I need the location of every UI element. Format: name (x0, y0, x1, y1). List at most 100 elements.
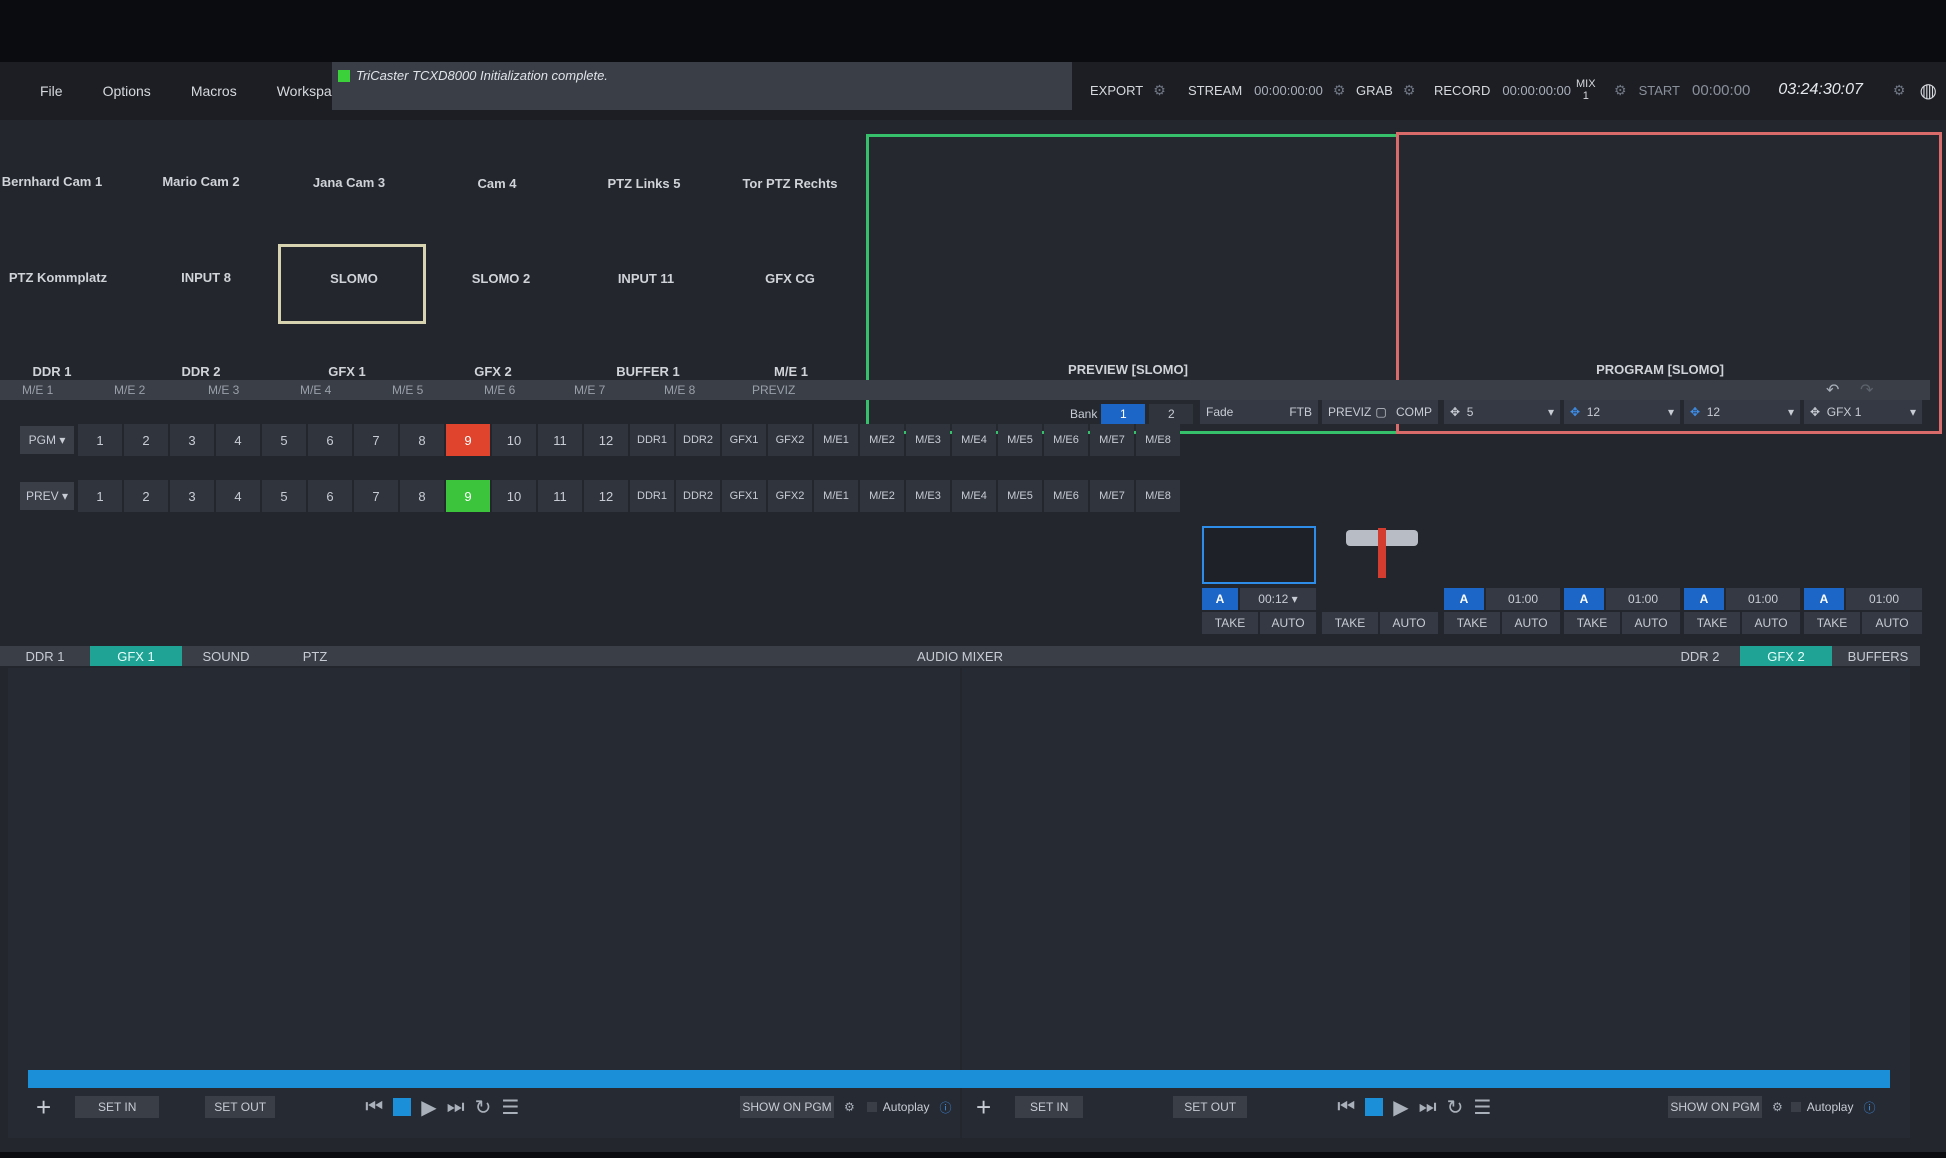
tbar-slider[interactable] (1378, 528, 1386, 578)
transition-duration[interactable]: 00:12 ▾ (1240, 588, 1316, 610)
ftb-button[interactable]: FTB (1289, 405, 1312, 419)
dsk-3-header[interactable]: ✥ 12 ▾ (1684, 400, 1800, 424)
take-button-previz[interactable]: TAKE (1322, 612, 1378, 634)
pgm-button-10[interactable]: 10 (492, 424, 536, 456)
playlist-icon[interactable]: ☰ (501, 1095, 519, 1120)
prev-button-1[interactable]: 1 (78, 480, 122, 512)
pgm-button-me-8[interactable]: M/E 8 (1136, 424, 1180, 456)
dsk-3-auto[interactable]: AUTO (1742, 612, 1800, 634)
add-icon[interactable]: + (36, 1092, 51, 1123)
mix-output[interactable]: MIX 1 (1576, 70, 1596, 110)
mix-gear-icon[interactable]: ⚙ (1614, 82, 1627, 99)
prev-button-ddr-1[interactable]: DDR 1 (630, 480, 674, 512)
prev-button-ddr-2[interactable]: DDR 2 (676, 480, 720, 512)
tab-gfx-2[interactable]: GFX 2 (1740, 646, 1832, 666)
loop-icon-right[interactable]: ↻ (1447, 1095, 1464, 1120)
dsk-3-take[interactable]: TAKE (1684, 612, 1740, 634)
stream-button[interactable]: STREAM (1188, 83, 1242, 98)
dsk-2-a-icon[interactable]: A (1564, 588, 1604, 610)
dsk-4-take[interactable]: TAKE (1804, 612, 1860, 634)
prev-button-11[interactable]: 11 (538, 480, 582, 512)
dsk-1-header[interactable]: ✥ 5 ▾ (1444, 400, 1560, 424)
pgm-button-1[interactable]: 1 (78, 424, 122, 456)
show-on-pgm-gear-icon-right[interactable]: ⚙ (1772, 1100, 1783, 1114)
prev-button-me-8[interactable]: M/E 8 (1136, 480, 1180, 512)
me-tab-4[interactable]: M/E 4 (300, 383, 331, 397)
dsk-2-header[interactable]: ✥ 12 ▾ (1564, 400, 1680, 424)
prev-button-me-3[interactable]: M/E 3 (906, 480, 950, 512)
prev-button-me-7[interactable]: M/E 7 (1090, 480, 1134, 512)
prev-button-me-2[interactable]: M/E 2 (860, 480, 904, 512)
pgm-button-me-1[interactable]: M/E 1 (814, 424, 858, 456)
auto-button-main[interactable]: AUTO (1260, 612, 1316, 634)
menu-file[interactable]: File (20, 83, 83, 99)
set-out-button-left[interactable]: SET OUT (205, 1096, 276, 1118)
pgm-button-me-4[interactable]: M/E 4 (952, 424, 996, 456)
dsk-2-take[interactable]: TAKE (1564, 612, 1620, 634)
tab-gfx-1[interactable]: GFX 1 (90, 646, 182, 666)
show-on-pgm-button-left[interactable]: SHOW ON PGM (740, 1096, 834, 1118)
dsk-3-duration[interactable]: 01:00 (1726, 588, 1800, 610)
pgm-button-gfx-1[interactable]: GFX 1 (722, 424, 766, 456)
clock-gear-icon[interactable]: ⚙ (1893, 82, 1906, 99)
globe-icon[interactable]: ◍ (1919, 78, 1936, 103)
dsk-1-a-icon[interactable]: A (1444, 588, 1484, 610)
comp-button[interactable]: COMP (1396, 405, 1432, 419)
add-icon-right[interactable]: + (976, 1092, 991, 1123)
skip-forward-icon[interactable]: ⏭ (447, 1096, 465, 1119)
prev-button-9-active[interactable]: 9 (446, 480, 490, 512)
pgm-button-6[interactable]: 6 (308, 424, 352, 456)
tab-ddr-1[interactable]: DDR 1 (10, 646, 80, 666)
prev-button-12[interactable]: 12 (584, 480, 628, 512)
pgm-button-8[interactable]: 8 (400, 424, 444, 456)
pgm-button-7[interactable]: 7 (354, 424, 398, 456)
start-button[interactable]: START (1639, 83, 1680, 98)
pgm-button-me-6[interactable]: M/E 6 (1044, 424, 1088, 456)
dsk-4-duration[interactable]: 01:00 (1846, 588, 1922, 610)
set-out-button-right[interactable]: SET OUT (1173, 1096, 1248, 1118)
skip-forward-icon-right[interactable]: ⏭ (1419, 1096, 1437, 1119)
pgm-button-me-7[interactable]: M/E 7 (1090, 424, 1134, 456)
pgm-button-4[interactable]: 4 (216, 424, 260, 456)
pgm-button-ddr-1[interactable]: DDR 1 (630, 424, 674, 456)
grab-button[interactable]: GRAB (1356, 83, 1393, 98)
play-icon-right[interactable]: ▶ (1393, 1095, 1408, 1120)
prev-button-me-1[interactable]: M/E 1 (814, 480, 858, 512)
dsk-2-duration[interactable]: 01:00 (1606, 588, 1680, 610)
prev-button-me-6[interactable]: M/E 6 (1044, 480, 1088, 512)
playlist-icon-right[interactable]: ☰ (1473, 1095, 1491, 1120)
prev-button-10[interactable]: 10 (492, 480, 536, 512)
dsk-3-a-icon[interactable]: A (1684, 588, 1724, 610)
tab-sound[interactable]: SOUND (186, 646, 266, 666)
dsk-1-take[interactable]: TAKE (1444, 612, 1500, 634)
pgm-button-gfx-2[interactable]: GFX 2 (768, 424, 812, 456)
auto-button-previz[interactable]: AUTO (1380, 612, 1438, 634)
prev-button-4[interactable]: 4 (216, 480, 260, 512)
tab-audio-mixer[interactable]: AUDIO MIXER (900, 646, 1020, 666)
prev-button-5[interactable]: 5 (262, 480, 306, 512)
autoplay-checkbox-left[interactable] (866, 1102, 877, 1112)
redo-icon[interactable]: ↷ (1860, 380, 1873, 400)
tab-ddr-2[interactable]: DDR 2 (1664, 646, 1736, 666)
menu-macros[interactable]: Macros (171, 83, 257, 99)
stream-gear-icon[interactable]: ⚙ (1333, 82, 1346, 99)
bank-1-button[interactable]: 1 (1101, 404, 1146, 424)
pgm-row-label[interactable]: PGM ▾ (20, 426, 74, 454)
pgm-button-2[interactable]: 2 (124, 424, 168, 456)
dsk-1-duration[interactable]: 01:00 (1486, 588, 1560, 610)
pgm-button-3[interactable]: 3 (170, 424, 214, 456)
me-tab-2[interactable]: M/E 2 (114, 383, 145, 397)
previz-button[interactable]: PREVIZ (1328, 405, 1371, 419)
prev-button-6[interactable]: 6 (308, 480, 352, 512)
tab-ptz[interactable]: PTZ (280, 646, 350, 666)
set-in-button-right[interactable]: SET IN (1015, 1096, 1084, 1118)
dsk-4-a-icon[interactable]: A (1804, 588, 1844, 610)
prev-button-3[interactable]: 3 (170, 480, 214, 512)
pgm-button-9-active[interactable]: 9 (446, 424, 490, 456)
play-icon[interactable]: ▶ (421, 1095, 436, 1120)
previz-lock-icon[interactable]: ▢ (1375, 405, 1386, 419)
pgm-button-ddr-2[interactable]: DDR 2 (676, 424, 720, 456)
show-on-pgm-gear-icon[interactable]: ⚙ (844, 1100, 855, 1114)
me-tab-3[interactable]: M/E 3 (208, 383, 239, 397)
dsk-4-auto[interactable]: AUTO (1862, 612, 1922, 634)
